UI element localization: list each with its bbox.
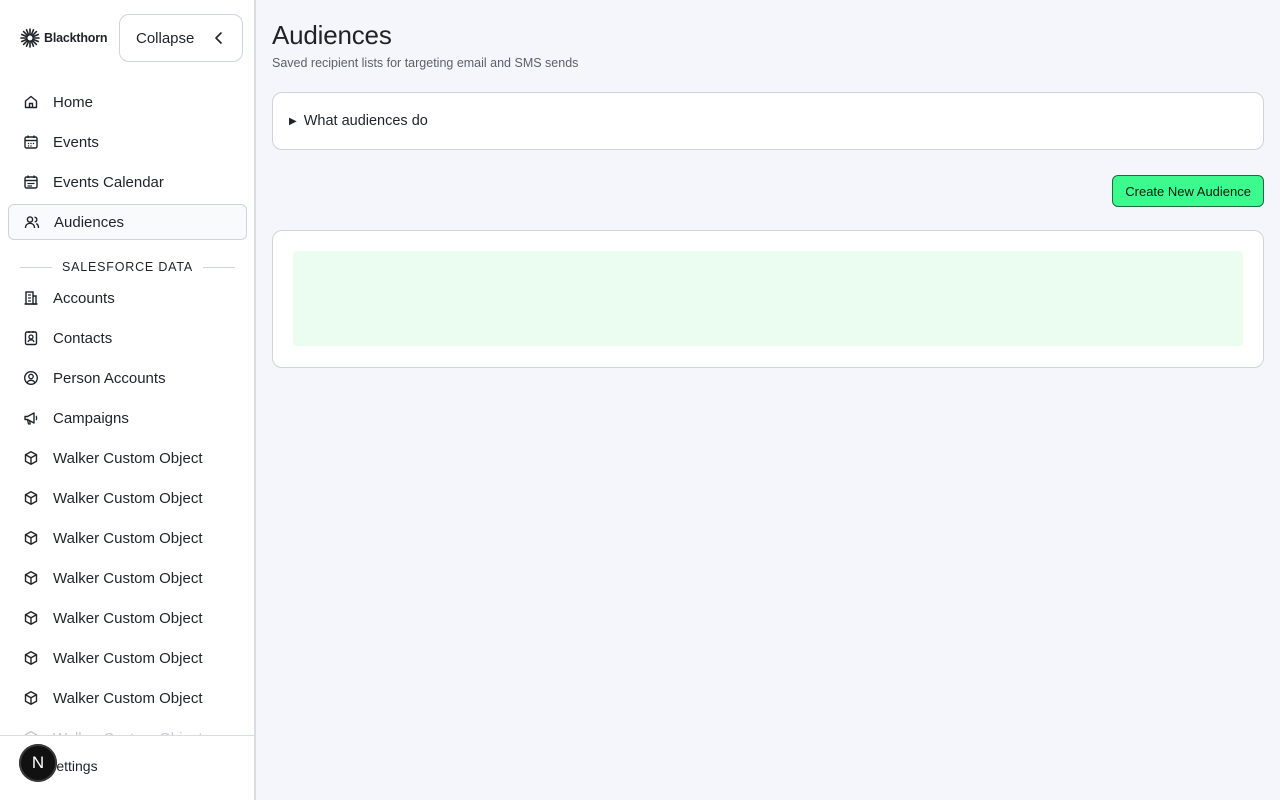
cube-icon [23,530,39,546]
sidebar-item-events[interactable]: Events [8,124,247,160]
user-circle-icon [23,370,39,386]
what-audiences-do-disclosure[interactable]: ▶ What audiences do [272,92,1264,150]
sidebar-item-label: Walker Custom Object [53,689,203,707]
sidebar-item-campaigns[interactable]: Campaigns [8,400,247,436]
sidebar-item-label: Home [53,93,94,111]
brand-name: Blackthorn [44,31,108,45]
sidebar-item-walker-custom-object[interactable]: Walker Custom Object [8,560,247,596]
section-heading-salesforce-data: SALESFORCE DATA [20,260,236,274]
sidebar-item-label: Events [53,133,99,151]
disclosure-summary: What audiences do [303,113,428,129]
page-title: Audiences [272,20,392,50]
sidebar-item-audiences[interactable]: Audiences [8,204,247,240]
page-subtitle: Saved recipient lists for targeting emai… [272,56,579,70]
sidebar-item-label: Walker Custom Object [53,569,203,587]
loading-skeleton [293,251,1243,346]
calendar-icon [23,134,39,150]
sidebar: Blackthorn Collapse Home Events Events C… [0,0,256,800]
blackthorn-logo-icon [20,28,40,48]
create-new-audience-button[interactable]: Create New Audience [1112,175,1264,207]
cube-icon [23,490,39,506]
sidebar-item-label: Walker Custom Object [53,529,203,547]
divider [20,266,52,268]
sidebar-item-walker-custom-object[interactable]: Walker Custom Object [8,480,247,516]
avatar[interactable]: N [19,744,57,782]
sidebar-item-label: Events Calendar [53,173,164,191]
sidebar-item-walker-custom-object[interactable]: Walker Custom Object [8,640,247,676]
collapse-button[interactable]: Collapse [119,14,243,62]
sidebar-item-accounts[interactable]: Accounts [8,280,247,316]
sidebar-item-person-accounts[interactable]: Person Accounts [8,360,247,396]
calendar-grid-icon [23,174,39,190]
cube-icon [23,650,39,666]
collapse-label: Collapse [136,29,195,47]
sidebar-item-label: Contacts [53,329,113,347]
cube-icon [23,450,39,466]
users-icon [24,214,40,230]
sidebar-item-label: Person Accounts [53,369,166,387]
sidebar-item-label: Campaigns [53,409,129,427]
cube-icon [23,570,39,586]
building-icon [23,290,39,306]
sidebar-item-label: Audiences [54,213,125,231]
section-heading-label: SALESFORCE DATA [62,260,194,274]
brand-logo[interactable]: Blackthorn [20,28,107,48]
sidebar-item-walker-custom-object[interactable]: Walker Custom Object [8,440,247,476]
sidebar-item-label: Walker Custom Object [53,489,203,507]
audiences-list-panel [272,230,1264,368]
sidebar-item-label: Walker Custom Object [53,449,203,467]
divider [203,266,236,268]
chevron-left-icon [215,32,222,44]
sidebar-footer: Settings N [0,735,254,800]
home-icon [23,94,39,110]
megaphone-icon [23,410,39,426]
contact-card-icon [23,330,39,346]
sidebar-item-events-calendar[interactable]: Events Calendar [8,164,247,200]
sidebar-item-walker-custom-object[interactable]: Walker Custom Object [8,520,247,556]
sidebar-item-label: Accounts [53,289,115,307]
sidebar-item-walker-custom-object[interactable]: Walker Custom Object [8,600,247,636]
sidebar-item-label: Walker Custom Object [53,649,203,667]
cube-icon [23,610,39,626]
sidebar-item-home[interactable]: Home [8,84,247,120]
sidebar-item-contacts[interactable]: Contacts [8,320,247,356]
cube-icon [23,690,39,706]
sidebar-item-walker-custom-object[interactable]: Walker Custom Object [8,680,247,716]
expand-triangle-icon: ▶ [289,115,297,127]
sidebar-item-label: Walker Custom Object [53,609,203,627]
